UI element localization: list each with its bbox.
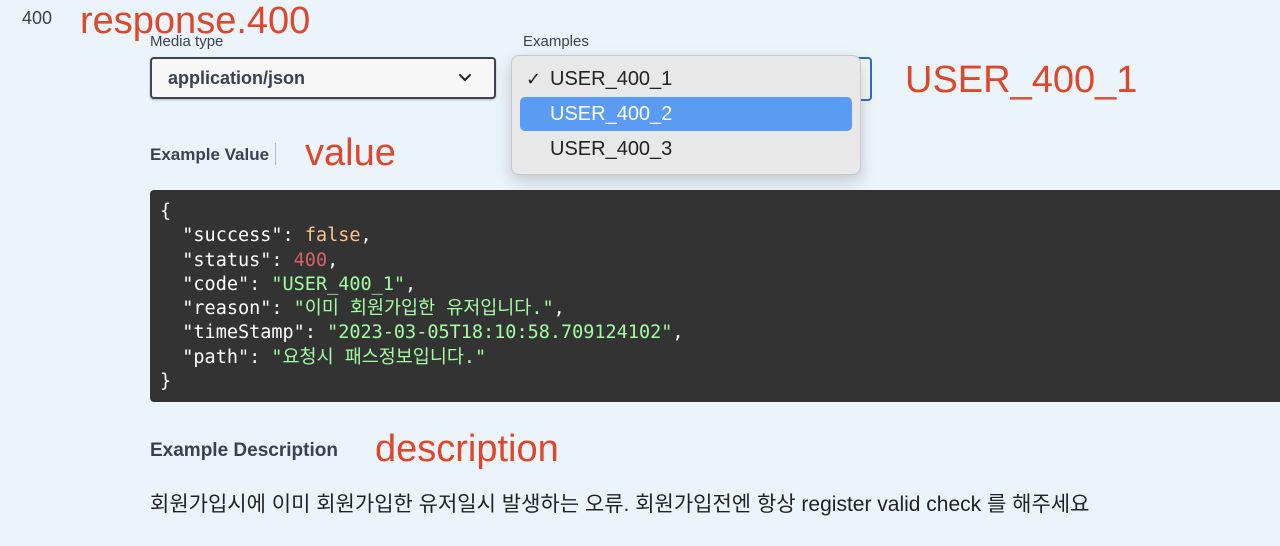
- json-timestamp-value: "2023-03-05T18:10:58.709124102": [327, 322, 673, 344]
- annotation-value: value: [305, 132, 396, 174]
- dropdown-option-user-400-2[interactable]: USER_400_2: [520, 97, 852, 131]
- tab-example-value[interactable]: Example Value: [150, 145, 269, 165]
- json-status-value: 400: [293, 249, 328, 271]
- json-success-value: false: [304, 225, 361, 247]
- examples-dropdown-menu: ✓ USER_400_1 USER_400_2 USER_400_3: [511, 55, 861, 175]
- json-code-value: "USER_400_1": [271, 273, 406, 295]
- examples-label: Examples: [523, 33, 589, 50]
- chevron-down-icon: [459, 74, 471, 81]
- json-path-value: "요청시 패스정보입니다.": [271, 346, 487, 368]
- checkmark-icon: ✓: [526, 69, 542, 89]
- annotation-description: description: [375, 428, 559, 470]
- example-description-text: 회원가입시에 이미 회원가입한 유저일시 발생하는 오류. 회원가입전엔 항상 …: [150, 493, 1090, 516]
- example-value-code-block: { "success": false, "status": 400, "code…: [150, 190, 1280, 402]
- example-description-label: Example Description: [150, 440, 338, 461]
- dropdown-option-user-400-3[interactable]: USER_400_3: [520, 132, 852, 166]
- dropdown-option-user-400-1[interactable]: ✓ USER_400_1: [520, 62, 852, 96]
- json-reason-value: "이미 회원가입한 유저입니다.": [293, 298, 554, 320]
- annotation-examples: USER_400_1: [905, 59, 1138, 101]
- media-type-select[interactable]: application/json: [150, 57, 496, 99]
- media-type-value: application/json: [168, 67, 306, 88]
- tab-divider: [275, 143, 276, 165]
- response-status-code: 400: [22, 8, 53, 28]
- media-type-label: Media type: [150, 33, 224, 50]
